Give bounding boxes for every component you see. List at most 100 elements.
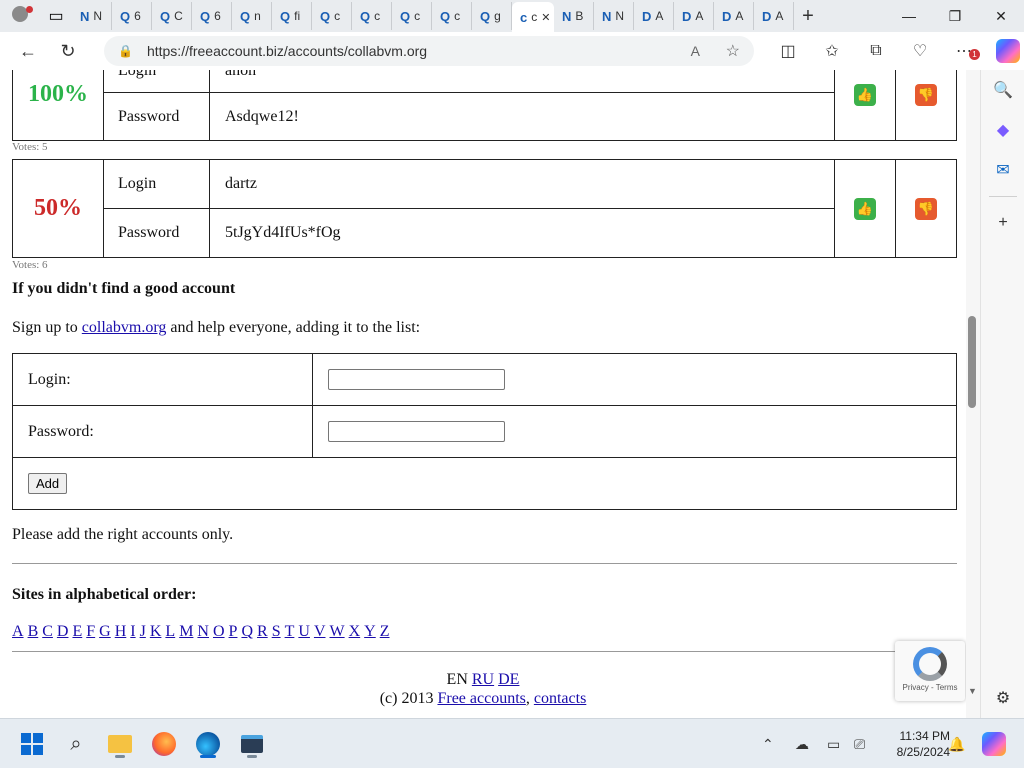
letter-link[interactable]: Z	[380, 623, 390, 640]
letter-link[interactable]: L	[165, 623, 175, 640]
tab-active[interactable]: c c ✕	[512, 2, 554, 32]
favorite-star-icon[interactable]: ☆	[726, 41, 740, 61]
letter-link[interactable]: E	[72, 623, 82, 640]
lang-ru-link[interactable]: RU	[472, 671, 494, 688]
split-screen-icon[interactable]: ◫	[766, 32, 810, 70]
minimize-button[interactable]: —	[886, 0, 932, 32]
lang-de-link[interactable]: DE	[498, 671, 519, 688]
tab[interactable]: DA	[674, 2, 714, 30]
display-icon[interactable]: ▭	[827, 719, 840, 768]
close-tab-icon[interactable]: ✕	[541, 11, 550, 24]
page-scrollbar[interactable]: ▼	[966, 70, 980, 718]
edge-icon[interactable]	[192, 728, 224, 760]
restore-button[interactable]: ❐	[932, 0, 978, 32]
copilot-icon[interactable]	[986, 32, 1024, 70]
profile-avatar[interactable]	[0, 0, 40, 32]
tab[interactable]: DA	[754, 2, 794, 30]
letter-link[interactable]: D	[57, 623, 69, 640]
add-button[interactable]: Add	[28, 473, 68, 494]
add-sidebar-app-icon[interactable]: +	[981, 203, 1024, 243]
browser-essentials-icon[interactable]: ♡	[898, 32, 942, 70]
show-hidden-icons-icon[interactable]: ⌃	[762, 719, 774, 768]
letter-link[interactable]: M	[179, 623, 193, 640]
lock-icon[interactable]: 🔒	[118, 44, 133, 58]
thumbs-up-icon[interactable]: 👍	[854, 197, 876, 220]
tab[interactable]: Qc	[352, 2, 392, 30]
tab[interactable]: DA	[634, 2, 674, 30]
letter-link[interactable]: B	[28, 623, 39, 640]
tab-label: N	[93, 9, 103, 23]
sidebar-settings-icon[interactable]: ⚙	[981, 678, 1024, 718]
letter-link[interactable]: A	[12, 623, 24, 640]
letter-link[interactable]: C	[42, 623, 53, 640]
letter-link[interactable]: G	[99, 623, 111, 640]
tab[interactable]: Qc	[312, 2, 352, 30]
tab-actions-icon[interactable]: ▭	[40, 0, 72, 32]
recaptcha-badge[interactable]: Privacy - Terms	[895, 641, 965, 701]
onedrive-icon[interactable]: ☁	[795, 719, 809, 768]
thumbs-down-icon[interactable]: 👎	[915, 83, 937, 106]
tab[interactable]: Qc	[432, 2, 472, 30]
letter-link[interactable]: R	[257, 623, 268, 640]
search-icon[interactable]: 🔍	[981, 70, 1024, 110]
file-explorer-icon[interactable]	[104, 728, 136, 760]
letter-link[interactable]: F	[86, 623, 95, 640]
free-accounts-link[interactable]: Free accounts	[437, 690, 525, 707]
letter-link[interactable]: T	[285, 623, 295, 640]
more-menu-icon[interactable]: ⋯ 1	[942, 32, 986, 70]
letter-link[interactable]: Q	[241, 623, 253, 640]
tab[interactable]: DA	[714, 2, 754, 30]
search-icon[interactable]: ⌕	[60, 728, 92, 760]
contacts-link[interactable]: contacts	[534, 690, 586, 707]
alphabet-index: ABCDEFGHIJKLMNOPQRSTUVWXYZ	[12, 623, 394, 641]
thumbs-down-icon[interactable]: 👎	[915, 197, 937, 220]
copilot-sidebar-icon[interactable]: ◆	[981, 110, 1024, 150]
tab[interactable]: Qn	[232, 2, 272, 30]
letter-link[interactable]: J	[140, 623, 146, 640]
tab[interactable]: NB	[554, 2, 594, 30]
letter-link[interactable]: I	[130, 623, 135, 640]
password-input[interactable]	[328, 421, 505, 442]
copilot-taskbar-icon[interactable]	[982, 719, 1006, 768]
letter-link[interactable]: V	[314, 623, 326, 640]
firefox-icon[interactable]	[148, 728, 180, 760]
close-window-button[interactable]: ✕	[978, 0, 1024, 32]
scroll-down-arrow-icon[interactable]: ▼	[968, 686, 977, 696]
scrollbar-thumb[interactable]	[968, 316, 976, 408]
letter-link[interactable]: K	[150, 623, 162, 640]
network-icon[interactable]: ⎚	[854, 719, 865, 768]
outlook-icon[interactable]: ✉	[981, 150, 1024, 190]
login-input[interactable]	[328, 369, 505, 390]
tab[interactable]: NN	[594, 2, 634, 30]
back-button[interactable]: ←	[8, 32, 48, 70]
letter-link[interactable]: P	[229, 623, 238, 640]
letter-link[interactable]: O	[213, 623, 225, 640]
favorites-icon[interactable]: ✩	[810, 32, 854, 70]
read-aloud-icon[interactable]: A	[691, 43, 700, 59]
tab[interactable]: Q6	[112, 2, 152, 30]
terminal-icon[interactable]	[236, 728, 268, 760]
clock[interactable]: 11:34 PM 8/25/2024	[880, 728, 950, 760]
collections-icon[interactable]: ⧉	[854, 32, 898, 70]
notifications-icon[interactable]: 🔔	[948, 719, 965, 768]
tab[interactable]: Qg	[472, 2, 512, 30]
thumbs-up-icon[interactable]: 👍	[854, 83, 876, 106]
letter-link[interactable]: W	[330, 623, 345, 640]
site-link[interactable]: collabvm.org	[82, 319, 167, 336]
new-tab-button[interactable]: +	[794, 2, 822, 30]
tab[interactable]: Q6	[192, 2, 232, 30]
letter-link[interactable]: N	[197, 623, 209, 640]
letter-link[interactable]: H	[115, 623, 127, 640]
tab[interactable]: NN	[72, 2, 112, 30]
tab[interactable]: Qc	[392, 2, 432, 30]
tab[interactable]: QC	[152, 2, 192, 30]
refresh-button[interactable]: ↻	[48, 32, 88, 70]
start-button[interactable]	[16, 728, 48, 760]
recaptcha-links[interactable]: Privacy - Terms	[895, 683, 965, 692]
letter-link[interactable]: S	[272, 623, 281, 640]
letter-link[interactable]: Y	[364, 623, 376, 640]
letter-link[interactable]: X	[349, 623, 361, 640]
tab[interactable]: Qfi	[272, 2, 312, 30]
letter-link[interactable]: U	[298, 623, 310, 640]
address-bar[interactable]: 🔒 https://freeaccount.biz/accounts/colla…	[104, 36, 754, 66]
